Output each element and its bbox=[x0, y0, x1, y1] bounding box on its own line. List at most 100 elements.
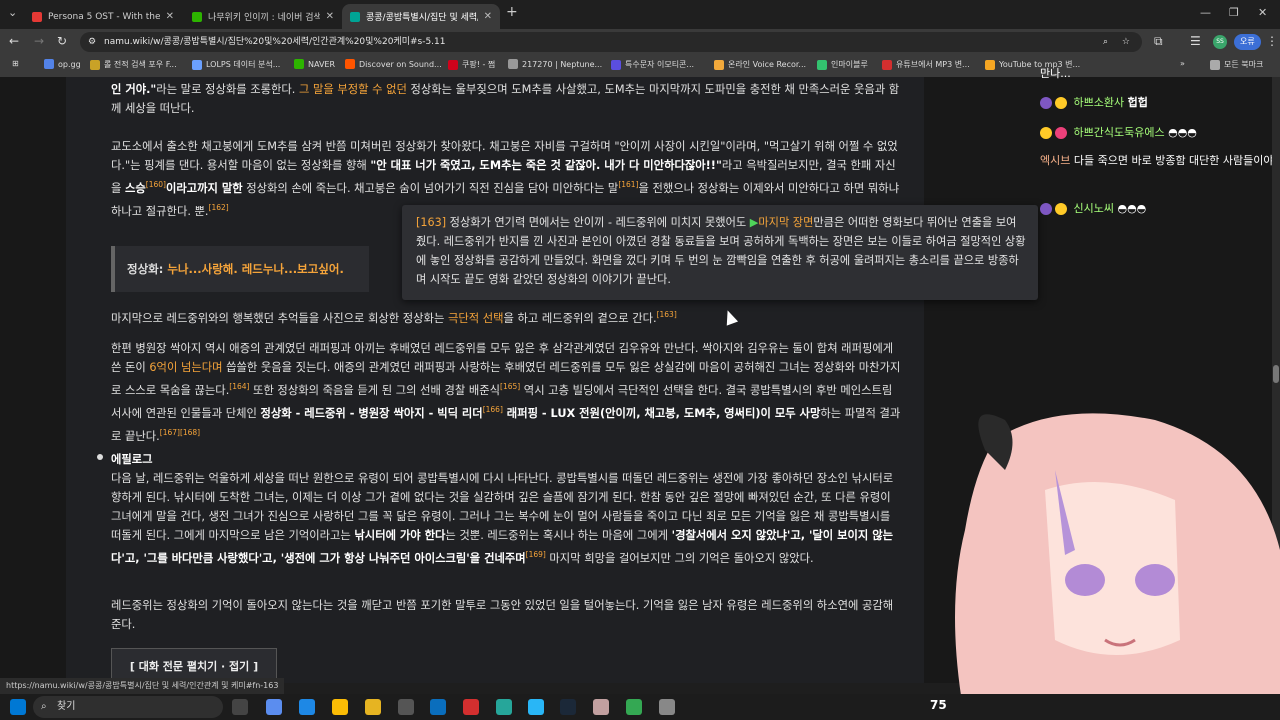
footnote-ref[interactable]: [160] bbox=[146, 180, 166, 189]
footnote-ref[interactable]: [162] bbox=[209, 203, 229, 212]
neptune-icon bbox=[508, 59, 518, 69]
profile-error-button[interactable]: 오류 bbox=[1234, 34, 1261, 50]
folder-icon bbox=[1210, 59, 1220, 70]
quote-link[interactable]: 누나...사랑해. 레드누나...보고싶어. bbox=[167, 262, 344, 276]
zoom-icon[interactable]: ⌕ bbox=[1103, 32, 1108, 52]
close-icon[interactable]: ✕ bbox=[166, 11, 174, 22]
bookmark-label: 롤 전적 검색 포우 F... bbox=[104, 60, 177, 69]
bookmark-star-icon[interactable]: ☆ bbox=[1122, 32, 1130, 52]
avatar[interactable]: SS bbox=[1213, 35, 1227, 49]
bookmark-item[interactable]: 인마이블루 bbox=[817, 59, 868, 70]
dialogue-quote: 정상화: 누나...사랑해. 레드누나...보고싶어. bbox=[111, 246, 369, 292]
app-icon[interactable] bbox=[430, 699, 446, 715]
steam-icon[interactable] bbox=[560, 699, 576, 715]
restore-icon[interactable]: ❐ bbox=[1229, 6, 1239, 19]
forward-icon[interactable]: → bbox=[34, 34, 44, 48]
opgg-icon bbox=[44, 59, 54, 69]
article-link[interactable]: 그 말을 부정할 수 없던 bbox=[299, 83, 407, 96]
footnote-ref[interactable]: [161] bbox=[618, 180, 638, 189]
video-link[interactable]: 마지막 장면 bbox=[758, 216, 813, 229]
site-info-icon[interactable]: ⚙ bbox=[88, 32, 96, 52]
fow-icon bbox=[90, 59, 100, 70]
extensions-icon[interactable]: ⧉ bbox=[1154, 34, 1163, 49]
task-view-icon[interactable] bbox=[232, 699, 248, 715]
close-icon[interactable]: ✕ bbox=[484, 11, 492, 22]
bookmark-item[interactable]: 특수문자 이모티콘... bbox=[611, 59, 694, 70]
address-input[interactable]: ⚙ namu.wiki/w/콩콩/콩밥특별시/집단%20및%20세력/인간관계%… bbox=[80, 32, 1142, 52]
mp3-icon bbox=[882, 59, 892, 70]
all-bookmarks[interactable]: 모든 북마크 bbox=[1210, 59, 1263, 70]
article-link[interactable]: 6억이 넘는다며 bbox=[149, 361, 222, 374]
tab-label: 나무위키 인이끼 : 네이버 검색 bbox=[208, 13, 320, 23]
bookmark-item[interactable]: LOLPS 데이터 분석... bbox=[192, 59, 280, 70]
footnote-ref[interactable]: [163] bbox=[416, 216, 446, 229]
coupang-icon bbox=[448, 59, 458, 70]
file-explorer-icon[interactable] bbox=[365, 699, 381, 715]
app-icon[interactable] bbox=[659, 699, 675, 715]
chat-text: 헙헙 bbox=[1127, 96, 1148, 109]
naver-icon bbox=[294, 59, 304, 69]
tab-naver[interactable]: 나무위키 인이끼 : 네이버 검색 ✕ bbox=[184, 4, 342, 29]
opera-icon[interactable] bbox=[463, 699, 479, 715]
badge-icon bbox=[1055, 127, 1067, 139]
footnote-ref[interactable]: [168] bbox=[180, 428, 200, 437]
footnote-ref[interactable]: [166] bbox=[483, 405, 503, 414]
bookmark-item[interactable]: Discover on Sound... bbox=[345, 59, 442, 69]
footnote-ref[interactable]: [165] bbox=[500, 382, 520, 391]
apps-icon[interactable]: ⊞ bbox=[12, 59, 19, 68]
text: 뿐. bbox=[194, 204, 209, 218]
chat-text: 만나... bbox=[1040, 67, 1071, 80]
close-icon[interactable]: ✕ bbox=[326, 11, 334, 22]
taskbar-search[interactable]: ⌕ 찾기 bbox=[33, 696, 223, 718]
minimize-icon[interactable]: — bbox=[1200, 6, 1211, 19]
scrollbar-thumb[interactable] bbox=[1273, 365, 1279, 383]
footnote-ref[interactable]: [163] bbox=[657, 310, 677, 319]
bookmarks-bar: ⊞ op.gg 롤 전적 검색 포우 F... LOLPS 데이터 분석... … bbox=[0, 55, 1280, 78]
app-icon[interactable] bbox=[528, 699, 544, 715]
app-icon[interactable] bbox=[593, 699, 609, 715]
bookmark-item[interactable]: 217270 | Neptune... bbox=[508, 59, 602, 69]
bookmark-label: 유튜브에서 MP3 변... bbox=[896, 60, 970, 69]
bookmark-item[interactable]: NAVER bbox=[294, 59, 335, 69]
app-icon[interactable] bbox=[496, 699, 512, 715]
chrome-active-icon[interactable] bbox=[626, 699, 642, 715]
footnote-ref[interactable]: [164] bbox=[229, 382, 249, 391]
tab-label: 콩콩/콩밥특별시/집단 및 세력/ bbox=[366, 13, 478, 23]
close-window-icon[interactable]: ✕ bbox=[1258, 6, 1267, 19]
bookmark-item[interactable]: 쿠팡! - 쩜 bbox=[448, 59, 495, 70]
url-text: namu.wiki/w/콩콩/콩밥특별시/집단%20및%20세력/인간관계%20… bbox=[104, 37, 446, 47]
back-icon[interactable]: ← bbox=[9, 34, 19, 48]
article-link[interactable]: 극단적 선택 bbox=[448, 312, 504, 325]
tab-namuwiki[interactable]: 콩콩/콩밥특별시/집단 및 세력/ ✕ bbox=[342, 4, 500, 29]
app-icon[interactable] bbox=[299, 699, 315, 715]
chrome-icon[interactable] bbox=[332, 699, 348, 715]
reload-icon[interactable]: ↻ bbox=[57, 34, 67, 48]
viewer-count: 75 bbox=[930, 698, 947, 712]
bookmark-item[interactable]: op.gg bbox=[44, 59, 81, 69]
footnote-ref[interactable]: [167] bbox=[160, 428, 180, 437]
copilot-icon[interactable] bbox=[266, 699, 282, 715]
bold-text: 낚시터에 가야 한다 bbox=[354, 529, 446, 542]
bookmark-item[interactable]: 유튜브에서 MP3 변... bbox=[882, 59, 970, 70]
app-icon[interactable] bbox=[398, 699, 414, 715]
windows-start-icon[interactable] bbox=[10, 699, 26, 715]
text: 을 하고 레드중위의 곁으로 간다. bbox=[503, 311, 657, 325]
ytmp3-icon bbox=[985, 59, 995, 70]
tab-persona[interactable]: Persona 5 OST - With the ✕ bbox=[24, 4, 182, 29]
voice-recorder-icon bbox=[714, 59, 724, 70]
footnote-ref[interactable]: [169] bbox=[526, 550, 546, 559]
badge-icon bbox=[1040, 127, 1052, 139]
tab-search-icon[interactable]: ⌄ bbox=[8, 6, 17, 19]
bold-text: 래퍼핑 - LUX 전원(안이끼, 채고붕, 도M추, 영써티)이 모두 사망 bbox=[502, 406, 821, 420]
chat-message: 엑시브 다들 죽으면 바로 방종함 대단한 사람들이야 bbox=[1040, 152, 1275, 169]
soundcloud-icon bbox=[345, 59, 355, 69]
more-bookmarks-icon[interactable]: » bbox=[1180, 59, 1185, 68]
menu-icon[interactable]: ⋮ bbox=[1266, 34, 1278, 48]
media-icon[interactable]: ☰ bbox=[1190, 34, 1201, 48]
text: 또한 정상화의 죽음을 듣게 된 그의 선배 경찰 배준식 bbox=[249, 383, 501, 397]
bookmark-item[interactable]: 롤 전적 검색 포우 F... bbox=[90, 59, 177, 70]
bookmark-label: 인마이블루 bbox=[831, 60, 868, 69]
browser-titlebar: ⌄ Persona 5 OST - With the ✕ 나무위키 인이끼 : … bbox=[0, 0, 1280, 29]
bookmark-item[interactable]: 온라인 Voice Recor... bbox=[714, 59, 806, 70]
new-tab-button[interactable]: + bbox=[506, 4, 518, 20]
